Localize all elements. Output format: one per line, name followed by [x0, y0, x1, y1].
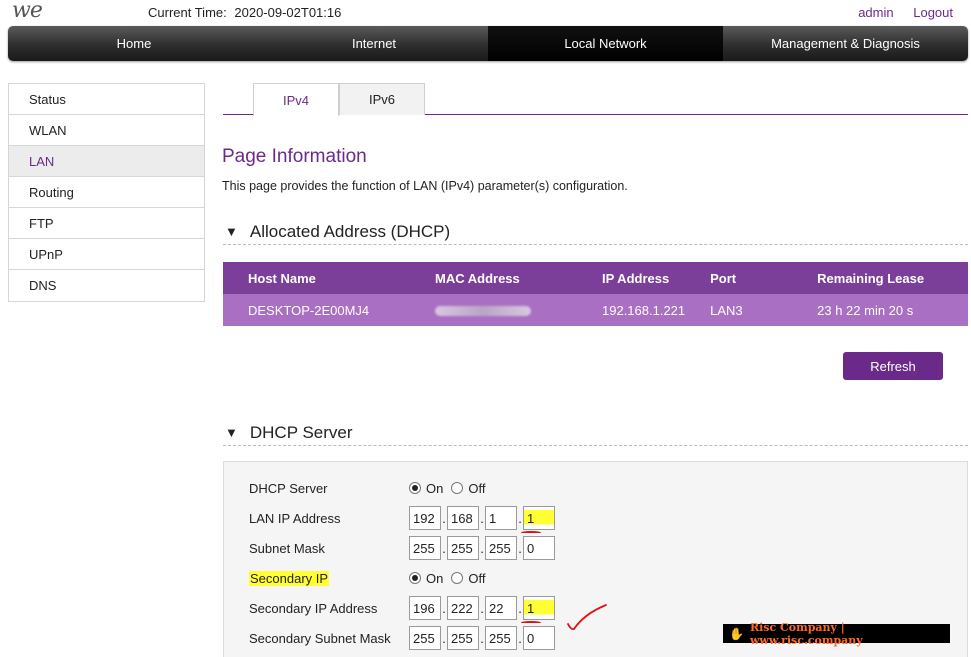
sidebar-item-dns[interactable]: DNS — [9, 270, 204, 301]
secondary-on-radio[interactable]: On — [409, 571, 443, 586]
secondary-address-row: Secondary IP Address . . . — [249, 596, 555, 620]
allocated-section-title: Allocated Address (DHCP) — [249, 221, 451, 241]
secondary-mask-octet-4[interactable] — [523, 626, 555, 650]
nav-local-network[interactable]: Local Network — [488, 26, 723, 61]
tab-ipv4[interactable]: IPv4 — [253, 83, 339, 116]
lan-ip-input: . . . — [409, 506, 555, 530]
lan-ip-octet-1[interactable] — [409, 506, 441, 530]
lan-ip-label: LAN IP Address — [249, 510, 341, 526]
dhcp-off-radio[interactable]: Off — [451, 481, 485, 496]
annotation-underline-secondary — [521, 621, 541, 624]
dhcp-on-label: On — [426, 480, 444, 496]
watermark-text: Risc Company | www.risc.company — [749, 620, 863, 647]
dhcp-off-label: Off — [468, 480, 486, 496]
sidebar-item-wlan[interactable]: WLAN — [9, 115, 204, 146]
radio-selected-icon — [409, 482, 421, 494]
annotation-checkmark-icon — [567, 604, 607, 631]
allocated-section-header[interactable]: ▼ Allocated Address (DHCP) — [223, 219, 968, 245]
col-remaining-lease: Remaining Lease — [792, 262, 968, 294]
radio-selected-icon — [409, 572, 421, 584]
secondary-mask-octet-2[interactable] — [447, 626, 479, 650]
subnet-octet-2[interactable] — [447, 536, 479, 560]
sidebar-item-ftp[interactable]: FTP — [9, 208, 204, 239]
dhcp-server-label: DHCP Server — [249, 480, 328, 496]
cell-port: LAN3 — [685, 294, 793, 326]
nav-home[interactable]: Home — [8, 26, 260, 61]
secondary-octet-4[interactable] — [523, 596, 555, 620]
watermark-hand-icon: ✋ — [729, 626, 744, 641]
subnet-octet-4[interactable] — [523, 536, 555, 560]
sidebar-item-routing[interactable]: Routing — [9, 177, 204, 208]
col-mac-address: MAC Address — [410, 262, 577, 294]
table-header-row: Host Name MAC Address IP Address Port Re… — [223, 262, 968, 294]
sidebar-item-lan[interactable]: LAN — [9, 146, 204, 177]
redacted-mac-blur — [435, 306, 531, 317]
top-links: admin Logout — [842, 5, 953, 20]
subnet-mask-input: . . . — [409, 536, 555, 560]
secondary-address-label: Secondary IP Address — [249, 600, 378, 616]
dhcp-server-row: DHCP Server On Off — [249, 476, 493, 500]
nav-internet[interactable]: Internet — [260, 26, 488, 61]
secondary-on-label: On — [426, 570, 444, 586]
secondary-mask-octet-3[interactable] — [485, 626, 517, 650]
secondary-mask-octet-1[interactable] — [409, 626, 441, 650]
protocol-tabs: IPv4 IPv6 — [223, 83, 968, 116]
secondary-mask-label: Secondary Subnet Mask — [249, 630, 391, 646]
cell-mac-address — [410, 294, 577, 326]
secondary-mask-input: . . . — [409, 626, 555, 650]
cell-host-name: DESKTOP-2E00MJ4 — [223, 294, 410, 326]
dhcp-server-section-title: DHCP Server — [249, 422, 353, 442]
lan-ip-octet-2[interactable] — [447, 506, 479, 530]
secondary-ip-label: Secondary IP — [249, 570, 330, 586]
collapse-triangle-icon: ▼ — [225, 224, 238, 239]
current-time: Current Time: 2020-09-02T01:16 — [148, 5, 341, 20]
dhcp-server-section-header[interactable]: ▼ DHCP Server — [223, 420, 968, 446]
tab-ipv6[interactable]: IPv6 — [339, 83, 425, 115]
secondary-off-label: Off — [468, 570, 486, 586]
secondary-octet-1[interactable] — [409, 596, 441, 620]
page-description: This page provides the function of LAN (… — [222, 179, 628, 193]
sidebar-item-upnp[interactable]: UPnP — [9, 239, 204, 270]
lan-ip-octet-4[interactable] — [523, 506, 555, 530]
subnet-octet-3[interactable] — [485, 536, 517, 560]
secondary-octet-3[interactable] — [485, 596, 517, 620]
col-port: Port — [685, 262, 793, 294]
subnet-mask-label: Subnet Mask — [249, 540, 325, 556]
allocated-table: Host Name MAC Address IP Address Port Re… — [223, 262, 968, 326]
cell-remaining-lease: 23 h 22 min 20 s — [792, 294, 968, 326]
user-link[interactable]: admin — [858, 5, 893, 20]
secondary-mask-row: Secondary Subnet Mask . . . — [249, 626, 555, 650]
secondary-address-input: . . . — [409, 596, 555, 620]
brand-logo: we — [12, 0, 43, 23]
secondary-octet-2[interactable] — [447, 596, 479, 620]
lan-ip-octet-3[interactable] — [485, 506, 517, 530]
main-nav: Home Internet Local Network Management &… — [8, 26, 968, 61]
page-title: Page Information — [222, 146, 367, 167]
sidebar: Status WLAN LAN Routing FTP UPnP DNS — [8, 83, 205, 302]
secondary-ip-label-wrap: Secondary IP — [249, 570, 409, 586]
current-time-value: 2020-09-02T01:16 — [234, 5, 342, 20]
dhcp-on-radio[interactable]: On — [409, 481, 443, 496]
table-row: DESKTOP-2E00MJ4 192.168.1.221 LAN3 23 h … — [223, 294, 968, 326]
annotation-underline-lan — [521, 531, 541, 534]
subnet-octet-1[interactable] — [409, 536, 441, 560]
cell-ip-address: 192.168.1.221 — [577, 294, 686, 326]
current-time-label: Current Time: — [148, 5, 227, 20]
secondary-off-radio[interactable]: Off — [451, 571, 485, 586]
logout-link[interactable]: Logout — [913, 5, 953, 20]
lan-ip-row: LAN IP Address . . . — [249, 506, 555, 530]
refresh-button[interactable]: Refresh — [843, 352, 943, 380]
col-ip-address: IP Address — [577, 262, 686, 294]
radio-unselected-icon — [451, 572, 464, 584]
radio-unselected-icon — [451, 482, 464, 494]
sidebar-item-status[interactable]: Status — [9, 84, 204, 115]
col-host-name: Host Name — [223, 262, 410, 294]
nav-management-diagnosis[interactable]: Management & Diagnosis — [723, 26, 968, 61]
collapse-triangle-icon: ▼ — [225, 425, 238, 440]
secondary-ip-row: Secondary IP On Off — [249, 566, 493, 590]
subnet-mask-row: Subnet Mask . . . — [249, 536, 555, 560]
watermark: ✋ Risc Company | www.risc.company — [723, 621, 950, 647]
